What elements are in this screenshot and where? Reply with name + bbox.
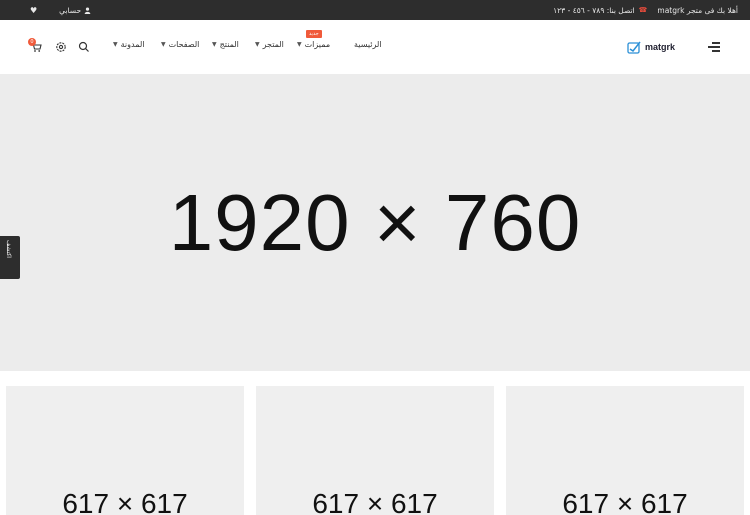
chevron-down-icon: ▼ <box>255 41 260 48</box>
nav-blog-label: المدونة <box>120 40 145 49</box>
account-label: حسابي <box>59 5 82 15</box>
nav-home-label: الرئيسية <box>354 40 382 49</box>
nav-product[interactable]: ▼ المنتج <box>212 40 239 49</box>
top-bar: أهلا بك فى متجر matgrk ☎ اتصل بنا: ٧٨٩ -… <box>0 0 750 20</box>
category-card[interactable]: 617 × 617 <box>506 386 744 515</box>
gear-icon[interactable] <box>55 41 67 53</box>
nav-product-label: المنتج <box>219 40 239 49</box>
nav-blog[interactable]: ▼ المدونة <box>113 40 145 49</box>
new-badge: جديد <box>306 30 322 38</box>
phone-contact[interactable]: ☎ اتصل بنا: ٧٨٩ - ٤٥٦ - ١٢٣ <box>553 6 647 15</box>
topbar-right: أهلا بك فى متجر matgrk ☎ اتصل بنا: ٧٨٩ -… <box>553 0 738 20</box>
nav-pages[interactable]: ▼ الصفحات <box>161 40 199 49</box>
card-placeholder-label: 617 × 617 <box>62 488 188 515</box>
side-tab-label: اكتشف <box>5 240 12 258</box>
hero-banner[interactable]: 1920 × 760 <box>0 74 750 371</box>
chevron-down-icon: ▼ <box>161 41 166 48</box>
chevron-down-icon: ▼ <box>297 41 302 48</box>
user-icon <box>84 6 91 14</box>
topbar-left: ♥ حسابي <box>30 0 91 20</box>
logo-text: matgrk <box>645 42 676 52</box>
cart-count-badge: 0 <box>28 38 36 46</box>
category-card[interactable]: 617 × 617 <box>6 386 244 515</box>
welcome-text: أهلا بك فى متجر matgrk <box>657 5 738 15</box>
account-link[interactable]: حسابي <box>59 6 91 15</box>
side-tab[interactable]: اكتشف <box>0 236 20 279</box>
nav-features-label: مميزات <box>304 40 331 49</box>
nav-features[interactable]: ▼ مميزات جديد <box>297 30 331 49</box>
chevron-down-icon: ▼ <box>113 41 118 48</box>
card-placeholder-label: 617 × 617 <box>312 488 438 515</box>
chevron-down-icon: ▼ <box>212 41 217 48</box>
nav-shop-label: المتجر <box>262 40 284 49</box>
card-placeholder-label: 617 × 617 <box>562 488 688 515</box>
nav-pages-label: الصفحات <box>168 40 200 49</box>
nav-home[interactable]: الرئيسية <box>354 40 382 49</box>
search-icon[interactable] <box>78 41 90 53</box>
nav-shop[interactable]: ▼ المتجر <box>255 40 284 49</box>
category-card[interactable]: 617 × 617 <box>256 386 494 515</box>
phone-text: اتصل بنا: ٧٨٩ - ٤٥٦ - ١٢٣ <box>553 5 635 15</box>
site-logo[interactable]: matgrk <box>627 39 675 55</box>
logo-mark-icon <box>627 41 641 54</box>
hero-placeholder-label: 1920 × 760 <box>168 177 582 267</box>
main-header: matgrk الرئيسية ▼ مميزات جديد ▼ المتجر ▼… <box>0 20 750 74</box>
wishlist-heart-icon[interactable]: ♥ <box>30 6 37 15</box>
menu-toggle-icon[interactable] <box>708 42 720 52</box>
phone-icon: ☎ <box>638 6 648 14</box>
